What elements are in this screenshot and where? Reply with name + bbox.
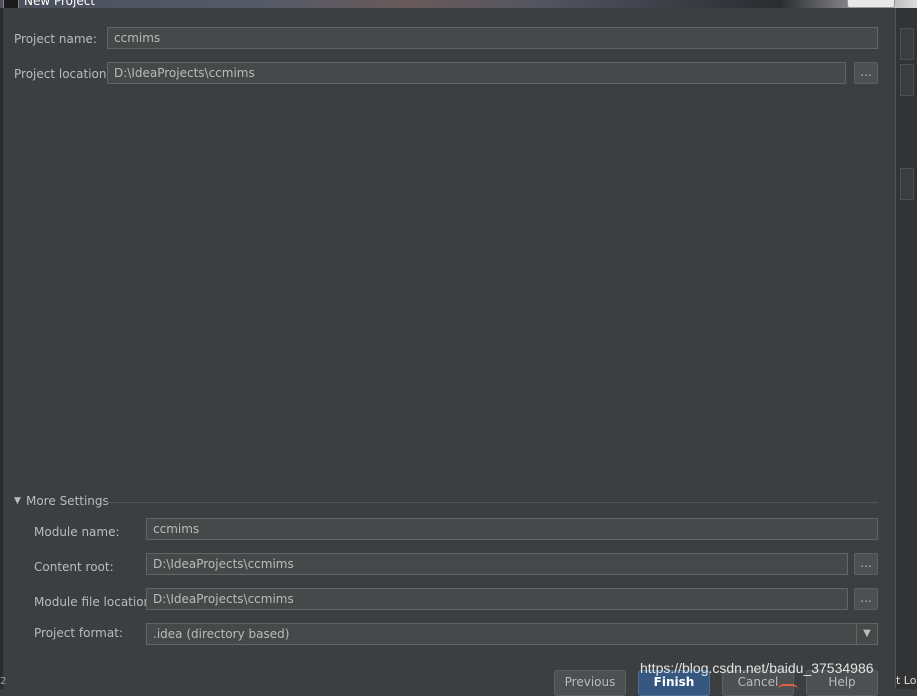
corner-text-left: 2 — [0, 676, 7, 687]
project-format-label: Project format: — [34, 626, 123, 640]
project-location-label: Project location: — [14, 67, 111, 81]
module-name-label: Module name: — [34, 525, 120, 539]
project-location-input[interactable]: D:\IdeaProjects\ccmims — [107, 62, 846, 84]
project-name-input[interactable]: ccmims — [107, 27, 878, 49]
side-panel-tab[interactable] — [900, 28, 914, 60]
close-window-button[interactable] — [847, 0, 895, 8]
side-panel-tab[interactable] — [900, 168, 914, 200]
window-titlebar: New Project — [0, 0, 917, 8]
content-root-input[interactable]: D:\IdeaProjects\ccmims — [146, 553, 848, 575]
module-name-input[interactable]: ccmims — [146, 518, 878, 540]
content-root-browse-button[interactable]: ... — [854, 553, 878, 575]
module-file-location-input[interactable]: D:\IdeaProjects\ccmims — [146, 588, 848, 610]
project-location-browse-button[interactable]: ... — [854, 62, 878, 84]
window-title: New Project — [24, 0, 96, 8]
project-name-label: Project name: — [14, 32, 97, 46]
project-format-select[interactable]: .idea (directory based) ▼ — [146, 623, 878, 645]
previous-button[interactable]: Previous — [554, 670, 626, 696]
dropdown-arrow-icon[interactable]: ▼ — [856, 624, 877, 644]
right-side-panel — [895, 8, 917, 689]
module-file-location-browse-button[interactable]: ... — [854, 588, 878, 610]
section-divider — [106, 502, 878, 503]
more-settings-toggle[interactable]: ▼ More Settings — [14, 494, 878, 510]
module-file-location-label: Module file location: — [34, 595, 156, 609]
side-panel-tab[interactable] — [900, 64, 914, 96]
more-settings-label: More Settings — [26, 494, 109, 508]
app-icon — [3, 0, 19, 8]
corner-text-right: t Lo — [896, 674, 917, 687]
project-format-value: .idea (directory based) — [153, 627, 290, 641]
content-root-label: Content root: — [34, 560, 114, 574]
chevron-down-icon: ▼ — [14, 496, 21, 506]
annotation-mark — [778, 684, 798, 690]
left-edge — [0, 8, 3, 689]
watermark: https://blog.csdn.net/baidu_37534986 — [640, 660, 874, 676]
